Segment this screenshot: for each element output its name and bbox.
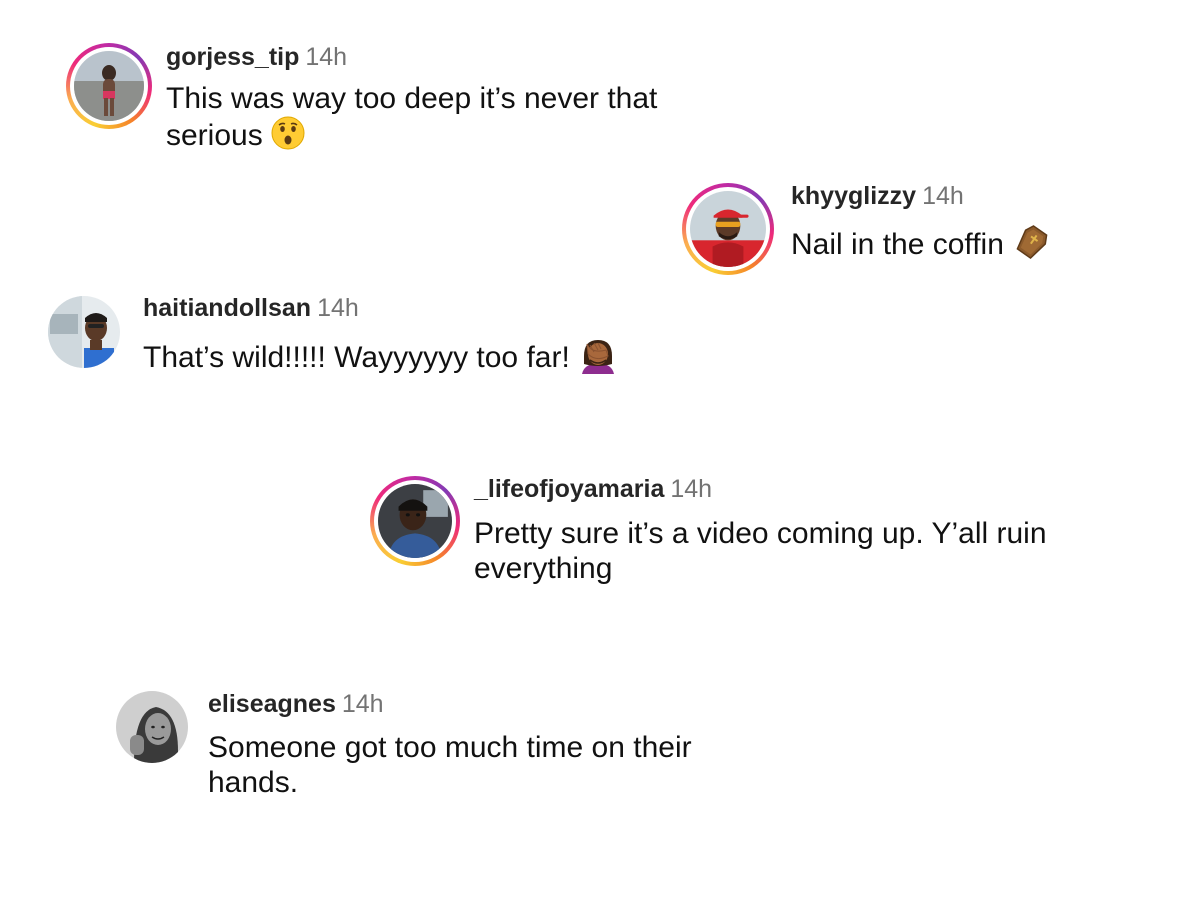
username[interactable]: eliseagnes xyxy=(208,690,336,718)
comment-text-content: This was way too deep it’s never that se… xyxy=(166,82,658,152)
avatar[interactable] xyxy=(74,51,144,121)
avatar[interactable] xyxy=(116,691,188,763)
avatar-image-car-selfie xyxy=(48,296,120,368)
hushed-face-emoji-icon xyxy=(271,116,305,158)
comment-text-content: Someone got too much time on their hands… xyxy=(208,731,692,799)
comment-text-content: That’s wild!!!!! Wayyyyyy too far! xyxy=(143,340,570,374)
avatar[interactable] xyxy=(690,191,766,267)
coffin-emoji-icon xyxy=(1012,224,1052,268)
comment-meta: gorjess_tip 14h xyxy=(166,42,347,72)
avatar-story-ring[interactable] xyxy=(66,43,152,129)
comment-meta: _lifeofjoyamaria 14h xyxy=(474,474,712,504)
comment-text: That’s wild!!!!! Wayyyyyy too far! xyxy=(143,336,743,382)
avatar-image-grayscale-portrait xyxy=(116,691,188,763)
comment-text-content: Nail in the coffin xyxy=(791,227,1004,261)
avatar-story-ring[interactable] xyxy=(370,476,460,566)
avatar-wrap[interactable] xyxy=(48,296,120,368)
avatar-image-man-red-cap xyxy=(690,191,766,267)
timestamp: 14h xyxy=(670,475,713,503)
comment-text: Nail in the coffin xyxy=(791,224,1171,268)
comment-text-content: Pretty sure it’s a video coming up. Y’al… xyxy=(474,517,1047,585)
comment-text: This was way too deep it’s never that se… xyxy=(166,81,726,158)
username[interactable]: haitiandollsan xyxy=(143,294,311,322)
comment-text: Pretty sure it’s a video coming up. Y’al… xyxy=(474,516,1134,586)
comment-meta: khyyglizzy 14h xyxy=(791,181,964,211)
username[interactable]: khyyglizzy xyxy=(791,182,916,210)
comment-meta: haitiandollsan 14h xyxy=(143,293,359,323)
avatar-image-beach xyxy=(74,51,144,121)
timestamp: 14h xyxy=(341,690,384,718)
avatar[interactable] xyxy=(378,484,452,558)
username[interactable]: gorjess_tip xyxy=(166,43,299,71)
timestamp: 14h xyxy=(317,294,359,322)
comment-meta: eliseagnes 14h xyxy=(208,689,384,719)
avatar-wrap[interactable] xyxy=(116,691,188,763)
username[interactable]: _lifeofjoyamaria xyxy=(474,475,664,503)
comment-text: Someone got too much time on their hands… xyxy=(208,730,768,800)
woman-facepalming-emoji-icon xyxy=(578,336,618,382)
timestamp: 14h xyxy=(922,182,964,210)
timestamp: 14h xyxy=(305,43,348,71)
avatar[interactable] xyxy=(48,296,120,368)
avatar-story-ring[interactable] xyxy=(682,183,774,275)
avatar-image-car-portrait xyxy=(378,484,452,558)
